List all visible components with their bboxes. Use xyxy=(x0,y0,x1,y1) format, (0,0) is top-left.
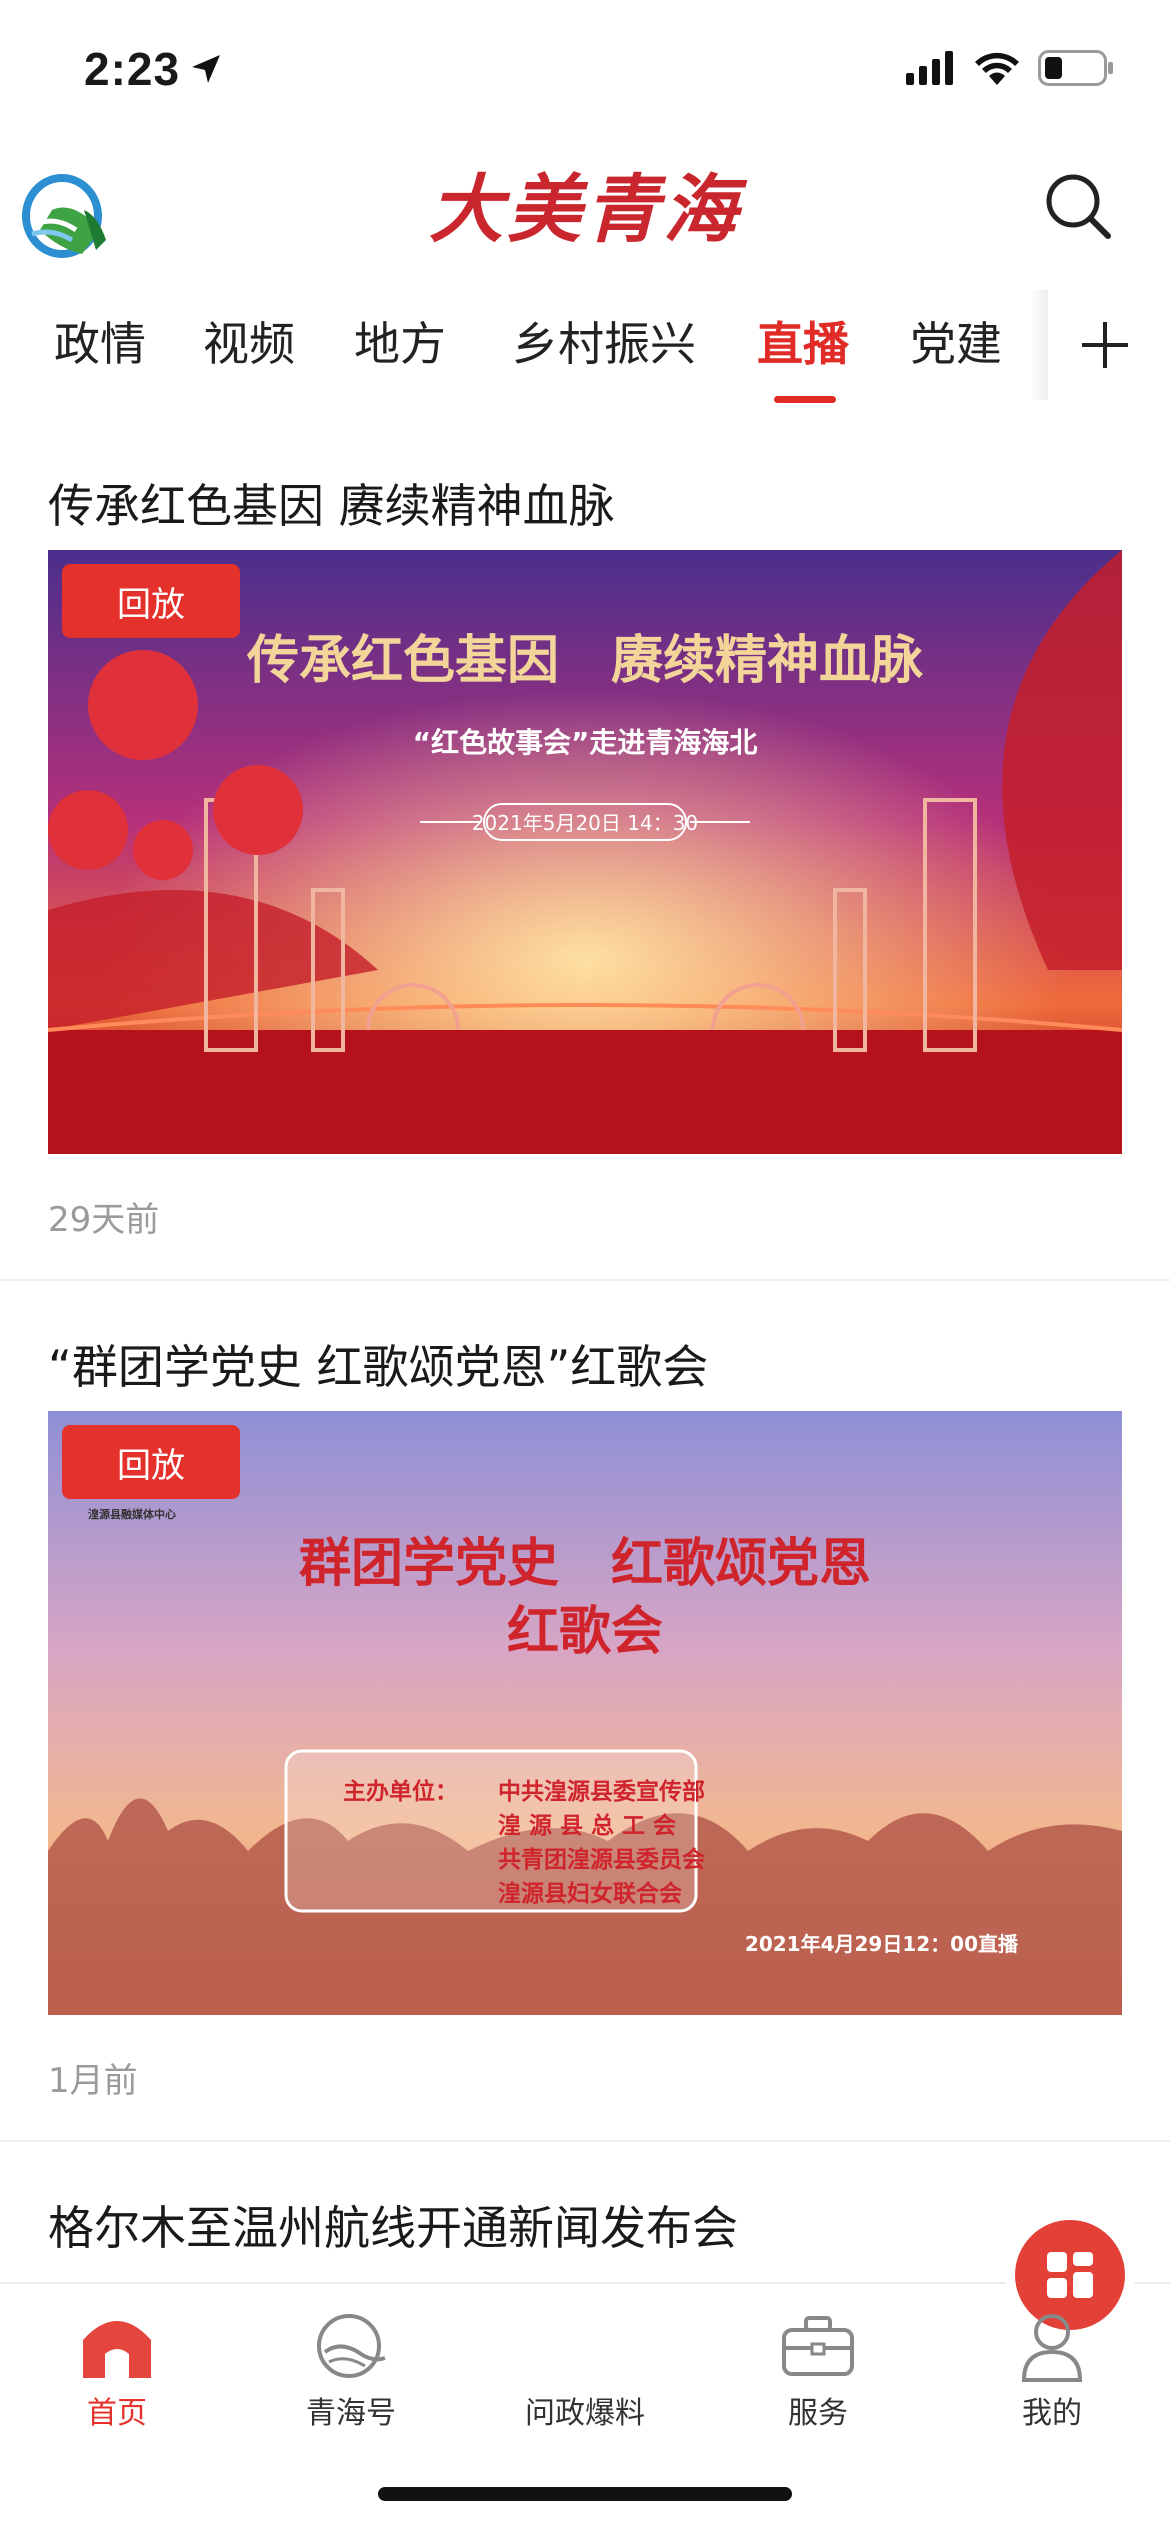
nav-label: 我的 xyxy=(1022,2396,1082,2431)
wifi-icon xyxy=(975,52,1019,85)
add-channel-icon[interactable] xyxy=(1060,300,1150,390)
nav-home[interactable]: 首页 xyxy=(17,2284,217,2444)
banner-headline-1: 群团学党史 红歌颂党恩 xyxy=(299,1534,871,1594)
app-header: 大美青海 xyxy=(0,140,1170,270)
card-thumbnail[interactable]: 湟源县融媒体中心 群团学党史 红歌颂党恩 红歌会 主办单位： 中共湟源县委宣传部… xyxy=(48,1411,1122,2015)
tab-party-building[interactable]: 党建 xyxy=(910,308,1002,374)
replay-badge: 回放 xyxy=(62,564,240,638)
banner-subtitle: “红色故事会”走进青海海北 xyxy=(413,726,758,759)
status-time: 2:23 xyxy=(84,42,222,96)
search-icon[interactable] xyxy=(1042,170,1114,242)
banner-host-label: 主办单位： xyxy=(343,1778,458,1805)
banner-headline: 传承红色基因 赓续精神血脉 xyxy=(246,630,924,691)
banner-headline-2: 红歌会 xyxy=(507,1602,663,1662)
card-title[interactable]: “群团学党史 红歌颂党恩”红歌会 xyxy=(48,1281,1122,1411)
live-card[interactable]: 传承红色基因 赓续精神血脉 传承红色基因 赓续精神血脉 “红色故事会”走进青海海… xyxy=(0,420,1170,1279)
qinghai-account-icon xyxy=(317,2314,386,2378)
tab-rural-revitalization[interactable]: 乡村振兴 xyxy=(512,308,696,374)
nav-report[interactable]: 问政爆料 xyxy=(485,2220,1125,2444)
live-feed: 传承红色基因 赓续精神血脉 传承红色基因 赓续精神血脉 “红色故事会”走进青海海… xyxy=(0,420,1170,2272)
home-indicator xyxy=(378,2487,792,2501)
banner-host: 湟源县妇女联合会 xyxy=(498,1880,682,1907)
card-timestamp: 29天前 xyxy=(48,1200,160,1240)
briefcase-icon xyxy=(782,2316,854,2376)
nav-label: 问政爆料 xyxy=(525,2396,645,2431)
channel-tabs: 政情 视频 地方 乡村振兴 直播 党建 xyxy=(0,290,1170,410)
status-indicators xyxy=(906,50,1114,86)
live-card[interactable]: “群团学党史 红歌颂党恩”红歌会 湟源县融媒体中心 群团学党史 红歌颂党恩 红歌… xyxy=(0,1281,1170,2140)
banner-red-song: 湟源县融媒体中心 群团学党史 红歌颂党恩 红歌会 主办单位： 中共湟源县委宣传部… xyxy=(48,1411,1122,2015)
cellular-signal-icon xyxy=(906,51,953,85)
nav-label: 青海号 xyxy=(306,2396,396,2431)
live-card[interactable]: 格尔木至温州航线开通新闻发布会 xyxy=(0,2142,1170,2272)
battery-icon xyxy=(1038,50,1113,86)
tab-local[interactable]: 地方 xyxy=(354,308,446,374)
tab-politics[interactable]: 政情 xyxy=(54,308,146,374)
nav-profile[interactable]: 我的 xyxy=(952,2284,1152,2444)
banner-host: 湟 源 县 总 工 会 xyxy=(498,1812,676,1839)
banner-host: 中共湟源县委宣传部 xyxy=(498,1778,705,1805)
user-icon xyxy=(1021,2314,1083,2382)
home-icon xyxy=(83,2321,151,2378)
nav-label: 首页 xyxy=(87,2396,147,2431)
tab-live[interactable]: 直播 xyxy=(757,308,849,374)
brand-title: 大美青海 xyxy=(429,167,741,253)
nav-label: 服务 xyxy=(788,2396,848,2431)
banner-host: 共青团湟源县委员会 xyxy=(498,1846,705,1873)
card-title[interactable]: 传承红色基因 赓续精神血脉 xyxy=(48,420,1122,550)
banner-red-story: 传承红色基因 赓续精神血脉 “红色故事会”走进青海海北 2021年5月20日 1… xyxy=(48,550,1122,1154)
replay-badge: 回放 xyxy=(62,1425,240,1499)
tabs-fade-edge xyxy=(1030,290,1048,400)
location-arrow-icon xyxy=(192,55,221,83)
nav-qinghai-account[interactable]: 青海号 xyxy=(251,2284,451,2444)
banner-org: 湟源县融媒体中心 xyxy=(87,1507,176,1521)
nav-services[interactable]: 服务 xyxy=(718,2284,918,2444)
card-timestamp: 1月前 xyxy=(48,2061,138,2101)
active-tab-indicator xyxy=(774,396,836,403)
status-bar: 2:23 xyxy=(0,0,1170,140)
card-thumbnail[interactable]: 传承红色基因 赓续精神血脉 “红色故事会”走进青海海北 2021年5月20日 1… xyxy=(48,550,1122,1154)
tab-video[interactable]: 视频 xyxy=(203,308,295,374)
banner-datetime: 2021年4月29日12：00直播 xyxy=(745,1932,1019,1956)
banner-datetime: 2021年5月20日 14：30 xyxy=(472,811,698,835)
card-title[interactable]: 格尔木至温州航线开通新闻发布会 xyxy=(48,2142,1122,2272)
clock: 2:23 xyxy=(84,43,181,95)
